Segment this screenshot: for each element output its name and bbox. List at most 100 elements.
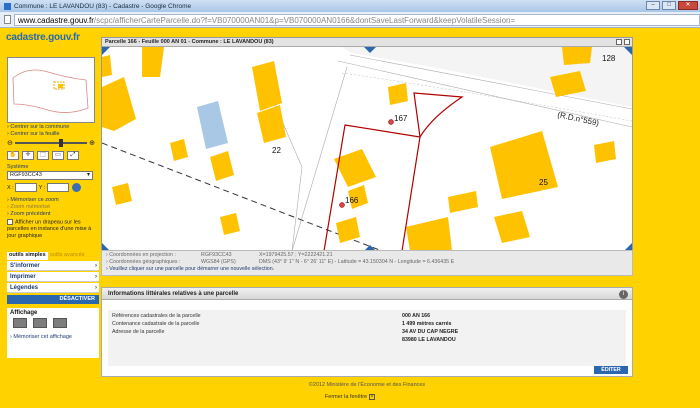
deactivate-label: DÉSACTIVER — [59, 296, 95, 302]
map-title-bar: Parcelle 166 - Feuille 000 AN 01 - Commu… — [102, 38, 632, 47]
display-title: Affichage — [10, 310, 38, 316]
parcel-info-panel: Informations littérales relatives à une … — [101, 287, 633, 377]
tool-legend-label: Légendes — [10, 285, 39, 291]
display-mode-icons — [7, 318, 99, 328]
zoom-previous-link[interactable]: › Zoom précédent — [7, 211, 50, 218]
info-value: 000 AN 166 — [402, 313, 431, 319]
info-value: 1 499 mètres carrés — [402, 321, 452, 327]
maximize-button[interactable]: □ — [662, 1, 676, 10]
info-label: Contenance cadastrale de la parcelle — [112, 321, 200, 327]
go-button[interactable] — [72, 183, 82, 192]
map-tools: ✋ ✛ ⬚ ▭ ⤢ — [7, 151, 79, 160]
chevron-right-icon: › — [95, 285, 97, 291]
address-bar: www.cadastre.gouv.fr/scpc/afficherCarteP… — [0, 12, 700, 28]
memo-zoom-link[interactable]: › Mémoriser ce zoom — [7, 197, 59, 204]
tool-inform-label: S'informer — [10, 263, 40, 269]
x-label: X : — [7, 184, 14, 191]
parcel-label-167: 167 — [394, 114, 408, 123]
cadastre-map[interactable]: (R.D.n°559) 167 166 22 25 128 — [102, 47, 632, 251]
selection-hint: › Veuillez cliquer sur une parcelle pour… — [106, 266, 275, 272]
close-icon[interactable]: × — [369, 394, 376, 400]
info-label: Références cadastrales de la parcelle — [112, 313, 201, 319]
y-label: Y : — [38, 184, 46, 191]
left-panel: › Centrer sur la commune › Centrer sur l… — [4, 47, 99, 392]
url-host: www.cadastre.gouv.fr — [18, 15, 94, 25]
page-favicon-icon — [4, 2, 11, 10]
flag-checkbox[interactable] — [7, 219, 13, 225]
zoom-slider[interactable]: ⊖ ⊕ — [7, 139, 95, 147]
url-path: /scpc/afficherCarteParcelle.do?f=VB07000… — [93, 15, 516, 25]
parcel-label-128: 128 — [602, 54, 616, 63]
info-row: Contenance cadastrale de la parcelle 1 49… — [112, 320, 622, 328]
coordinates-panel: › Coordonnées en projection : RGF93CC43 X=… — [101, 250, 633, 276]
system-select[interactable]: RGF93CC43 — [7, 171, 93, 180]
close-window-label: Fermer la fenêtre — [324, 394, 368, 400]
geo-system: WGS84 (GPS) — [201, 259, 236, 265]
tool-print-label: Imprimer — [10, 274, 36, 280]
url-field[interactable]: www.cadastre.gouv.fr/scpc/afficherCarteP… — [14, 13, 700, 26]
info-table: Références cadastrales de la parcelle 000… — [108, 310, 626, 366]
info-value: 83980 LE LAVANDOU — [402, 337, 456, 343]
window-title: Commune : LE LAVANDOU (83) - Cadastre - … — [14, 2, 192, 10]
tool-print[interactable]: Imprimer › — [7, 272, 99, 282]
edit-label: ÉDITER — [601, 367, 621, 373]
zoom-thumb[interactable] — [58, 139, 63, 147]
select-box-icon[interactable]: ▭ — [52, 151, 64, 160]
info-row: Adresse de la parcelle 34 AV DU CAP NEGRE — [112, 328, 622, 336]
flag-option[interactable]: Afficher un drapeau sur les parcelles en… — [7, 219, 95, 240]
cadastre-logo[interactable]: cadastre.gouv.fr — [6, 32, 80, 43]
extent-icon[interactable]: ⤢ — [67, 151, 79, 160]
page-icon — [4, 15, 11, 24]
x-input[interactable] — [15, 183, 38, 192]
zoom-memorized-link[interactable]: › Zoom mémorisé — [7, 204, 50, 211]
zoom-in-icon[interactable]: ⊕ — [89, 139, 95, 147]
info-label — [112, 336, 402, 344]
geo-label: › Coordonnées géographiques : — [106, 259, 181, 265]
geo-value: DMS (43° 9' 1'' N - 6° 26' 11'' E) - Lat… — [259, 259, 455, 265]
chevron-right-icon: › — [95, 263, 97, 269]
parcel-label-25: 25 — [539, 178, 548, 187]
parcel-label-166: 166 — [345, 196, 359, 205]
proj-system: RGF93CC43 — [201, 252, 232, 258]
tool-inform[interactable]: S'informer › — [7, 261, 99, 271]
flag-text: Afficher un drapeau sur les parcelles en… — [7, 219, 92, 240]
info-row: Références cadastrales de la parcelle 000… — [112, 312, 622, 320]
system-label: Système — [7, 164, 29, 170]
deactivate-button[interactable]: DÉSACTIVER — [7, 295, 99, 304]
close-window-button[interactable]: ✕ — [678, 1, 698, 10]
tools-tabs: outils simples outils avancés — [7, 252, 99, 260]
map-restore-button[interactable] — [616, 39, 622, 45]
tool-legend[interactable]: Légendes › — [7, 283, 99, 293]
overview-minimap[interactable] — [7, 57, 95, 123]
window-titlebar: Commune : LE LAVANDOU (83) - Cadastre - … — [0, 0, 700, 12]
help-icon[interactable]: i — [619, 290, 628, 299]
tab-advanced-tools[interactable]: outils avancés — [50, 252, 85, 260]
parcel-label-22: 22 — [272, 146, 281, 155]
chevron-right-icon: › — [95, 274, 97, 280]
info-value: 34 AV DU CAP NEGRE — [402, 329, 459, 335]
tab-simple-tools[interactable]: outils simples — [7, 252, 48, 260]
y-input[interactable] — [46, 183, 69, 192]
crosshair-icon[interactable]: ✛ — [22, 151, 34, 160]
pan-hand-icon[interactable]: ✋ — [7, 151, 19, 160]
center-sheet-link[interactable]: › Centrer sur la feuille — [7, 131, 60, 138]
center-commune-link[interactable]: › Centrer sur la commune — [7, 124, 69, 131]
minimize-button[interactable]: – — [646, 1, 660, 10]
display-mode-photo-icon[interactable] — [33, 318, 47, 328]
zoom-out-icon[interactable]: ⊖ — [7, 139, 13, 147]
map-window: Parcelle 166 - Feuille 000 AN 01 - Commu… — [101, 37, 633, 252]
info-label: Adresse de la parcelle — [112, 329, 165, 335]
display-mode-mixed-icon[interactable] — [53, 318, 67, 328]
proj-value: X=1979425.57 ; Y=2222421.21 — [259, 252, 333, 258]
zoom-box-icon[interactable]: ⬚ — [37, 151, 49, 160]
memo-display-link[interactable]: › Mémoriser cet affichage — [7, 328, 99, 341]
edit-button[interactable]: ÉDITER — [594, 366, 628, 374]
info-row: 83980 LE LAVANDOU — [112, 336, 622, 344]
display-mode-map-icon[interactable] — [13, 318, 27, 328]
proj-label: › Coordonnées en projection : — [106, 252, 176, 258]
display-panel: Affichage › Mémoriser cet affichage — [7, 308, 99, 358]
map-close-button[interactable] — [624, 39, 630, 45]
close-window-link[interactable]: Fermer la fenêtre × — [0, 394, 700, 400]
copyright-footer: ©2012 Ministère de l'Économie et des Fin… — [308, 382, 426, 388]
map-title: Parcelle 166 - Feuille 000 AN 01 - Commu… — [105, 39, 274, 45]
